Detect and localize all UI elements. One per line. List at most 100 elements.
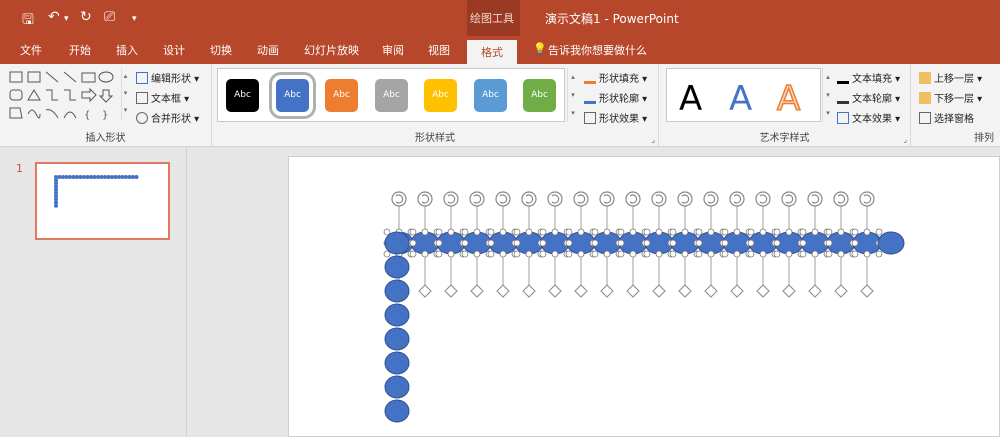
shape-effects-button[interactable]: 形状效果 ▾ — [584, 110, 647, 125]
resize-handle-icon — [539, 239, 547, 247]
resize-handle-icon — [759, 250, 767, 258]
resize-handle-icon — [733, 250, 741, 258]
resize-handle-icon — [721, 250, 729, 258]
tab-format[interactable]: 格式 — [467, 38, 517, 64]
shape-outline-button[interactable]: 形状轮廓 ▾ — [584, 90, 647, 105]
adjust-handle-icon — [626, 284, 640, 298]
selection-pane-icon — [919, 112, 931, 124]
text-outline-button[interactable]: 文本轮廓 ▾ — [837, 90, 900, 105]
resize-handle-icon — [617, 250, 625, 258]
rotate-handle-icon — [547, 191, 563, 207]
tell-me-box[interactable]: 告诉我你想要做什么 — [548, 42, 647, 58]
tab-insert[interactable]: 插入 — [116, 42, 138, 58]
resize-handle-icon — [421, 250, 429, 258]
resize-handle-icon — [721, 228, 729, 236]
resize-handle-icon — [513, 239, 521, 247]
shape-style-swatch[interactable]: Abc — [269, 72, 316, 119]
wordart-style-orange-outline[interactable]: A — [776, 78, 801, 120]
text-effects-button[interactable]: 文本效果 ▾ — [837, 110, 900, 125]
tab-home[interactable]: 开始 — [69, 42, 91, 58]
dialog-launcher-icon[interactable]: ⌟ — [651, 135, 655, 144]
oval-shape — [384, 375, 410, 399]
adjust-handle-icon — [574, 284, 588, 298]
bring-forward-button[interactable]: 上移一层 ▾ — [919, 70, 982, 85]
save-icon[interactable]: 🖫 — [22, 9, 34, 33]
tab-animations[interactable]: 动画 — [257, 42, 279, 58]
resize-handle-icon — [629, 250, 637, 258]
rotate-handle-icon — [807, 191, 823, 207]
shape-fill-button[interactable]: 形状填充 ▾ — [584, 70, 647, 85]
shape-style-gallery: Abc Abc Abc Abc Abc Abc Abc — [217, 68, 565, 122]
resize-handle-icon — [473, 228, 481, 236]
resize-handle-icon — [643, 228, 651, 236]
wordart-scroll[interactable]: ▴ ▾ ▾ — [822, 68, 833, 122]
shape-gallery[interactable]: {} — [8, 70, 126, 124]
text-fill-icon — [837, 72, 849, 84]
slide-thumbnail[interactable] — [35, 162, 170, 240]
slide-number: 1 — [16, 162, 23, 175]
text-fill-button[interactable]: 文本填充 ▾ — [837, 70, 900, 85]
resize-handle-icon — [863, 250, 871, 258]
resize-handle-icon — [461, 239, 469, 247]
resize-handle-icon — [695, 228, 703, 236]
shape-style-swatch[interactable]: Abc — [424, 79, 457, 112]
ribbon: {} ▴ ▾ ▾ 编辑形状 ▾ 文本框 ▾ 合并形状 ▾ 插入形状 Abc Abc … — [0, 64, 1000, 147]
undo-icon[interactable]: ↶ — [48, 9, 60, 25]
resize-handle-icon — [513, 250, 521, 258]
thumbnail-dot — [124, 175, 128, 179]
adjust-handle-icon — [860, 284, 874, 298]
text-box-button[interactable]: 文本框 ▾ — [136, 90, 189, 105]
resize-handle-icon — [655, 228, 663, 236]
shape-style-swatch[interactable]: Abc — [474, 79, 507, 112]
thumbnail-dot — [96, 175, 100, 179]
shape-gallery-scroll[interactable]: ▴ ▾ ▾ — [121, 68, 129, 120]
slide-content — [383, 191, 905, 423]
shape-style-scroll[interactable]: ▴ ▾ ▾ — [567, 68, 578, 122]
resize-handle-icon — [551, 228, 559, 236]
thumbnail-dot — [131, 175, 135, 179]
edit-shape-button[interactable]: 编辑形状 ▾ — [136, 70, 199, 85]
shape-style-swatch[interactable]: Abc — [226, 79, 259, 112]
resize-handle-icon — [525, 250, 533, 258]
resize-handle-icon — [825, 239, 833, 247]
thumbnail-dot — [68, 175, 72, 179]
undo-dropdown-icon[interactable]: ▾ — [64, 14, 69, 24]
rotate-handle-icon — [469, 191, 485, 207]
rotate-handle-icon — [391, 191, 407, 207]
tab-design[interactable]: 设计 — [163, 42, 185, 58]
tab-review[interactable]: 审阅 — [382, 42, 404, 58]
resize-handle-icon — [643, 239, 651, 247]
tab-transitions[interactable]: 切换 — [210, 42, 232, 58]
resize-handle-icon — [461, 228, 469, 236]
redo-icon[interactable]: ↻ — [80, 9, 92, 25]
group-insert-shapes: {} ▴ ▾ ▾ 编辑形状 ▾ 文本框 ▾ 合并形状 ▾ 插入形状 — [0, 64, 212, 147]
presentation-start-icon[interactable]: ⎚ — [104, 9, 115, 25]
group-label: 排列 — [974, 133, 994, 144]
shape-style-swatch[interactable]: Abc — [375, 79, 408, 112]
resize-handle-icon — [551, 250, 559, 258]
rotate-handle-icon — [573, 191, 589, 207]
shape-style-swatch[interactable]: Abc — [523, 79, 556, 112]
slide-canvas[interactable] — [288, 156, 1000, 437]
dialog-launcher-icon[interactable]: ⌟ — [903, 135, 907, 144]
customize-toolbar-icon[interactable]: ▾ — [132, 14, 137, 24]
rotate-handle-icon — [859, 191, 875, 207]
wordart-style-black[interactable]: A — [679, 79, 702, 119]
tab-view[interactable]: 视图 — [428, 42, 450, 58]
tab-file[interactable]: 文件 — [20, 42, 42, 58]
resize-handle-icon — [837, 250, 845, 258]
wordart-style-blue[interactable]: A — [729, 79, 752, 119]
send-backward-button[interactable]: 下移一层 ▾ — [919, 90, 982, 105]
resize-handle-icon — [747, 250, 755, 258]
merge-shapes-button[interactable]: 合并形状 ▾ — [136, 110, 199, 125]
adjust-handle-icon — [470, 284, 484, 298]
text-effects-icon — [837, 112, 849, 124]
resize-handle-icon — [565, 250, 573, 258]
thumbnail-dot — [99, 175, 104, 179]
tab-slideshow[interactable]: 幻灯片放映 — [304, 42, 359, 58]
shape-style-swatch[interactable]: Abc — [325, 79, 358, 112]
selection-pane-button[interactable]: 选择窗格 — [919, 110, 974, 125]
group-label: 插入形状 — [85, 133, 126, 144]
adjust-handle-icon — [834, 284, 848, 298]
resize-handle-icon — [525, 228, 533, 236]
